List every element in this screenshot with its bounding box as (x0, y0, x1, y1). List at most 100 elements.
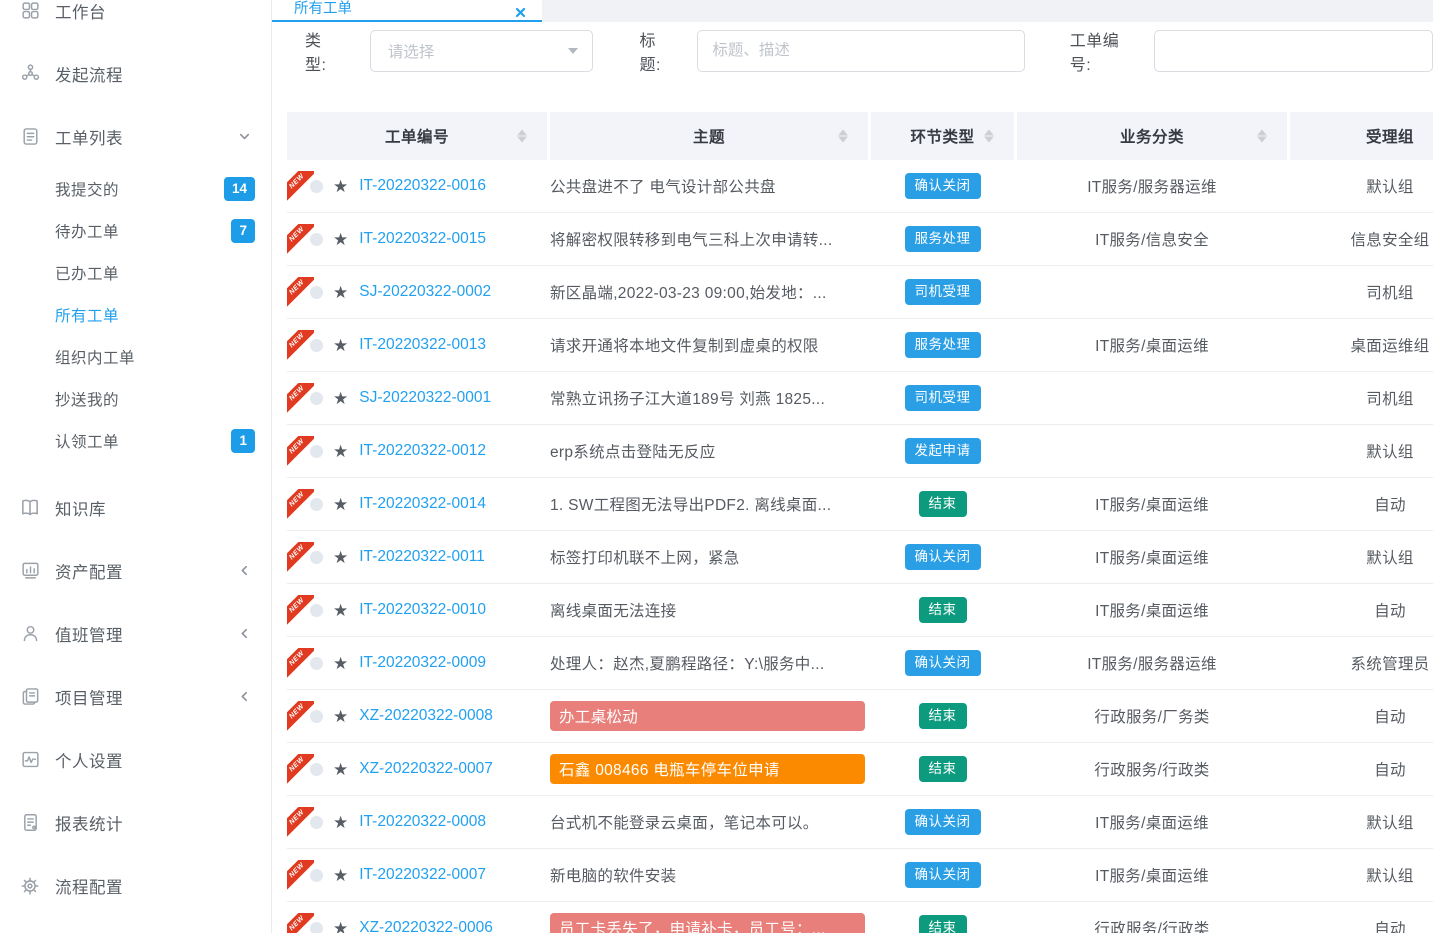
sidebar-item-ticket-list[interactable]: 工单列表 (0, 105, 271, 168)
table-row[interactable]: NEW★IT-20220322-00141. SW工程图无法导出PDF2. 离线… (287, 478, 1433, 531)
ticket-id-link[interactable]: XZ-20220322-0006 (359, 919, 493, 933)
urgent-new-ribbon-icon: NEW (287, 436, 314, 466)
star-icon[interactable]: ★ (333, 231, 348, 248)
sidebar-item-knowledge-base[interactable]: 知识库 (0, 476, 271, 539)
ticket-subject: 员工卡丢失了，申请补卡，员工号：... (550, 913, 865, 933)
sidebar-item-label: 已办工单 (55, 262, 119, 284)
sort-icon[interactable] (1257, 130, 1267, 143)
sidebar-item-my-submitted[interactable]: 我提交的14 (0, 168, 271, 210)
ticket-id-link[interactable]: IT-20220322-0008 (359, 813, 486, 831)
star-icon[interactable]: ★ (333, 549, 348, 566)
star-icon[interactable]: ★ (333, 867, 348, 884)
sidebar-item-personal-settings[interactable]: 个人设置 (0, 728, 271, 791)
sidebar-item-initiate-process[interactable]: 发起流程 (0, 42, 271, 105)
table-row[interactable]: NEW★IT-20220322-0013请求开通将本地文件复制到虚桌的权限服务处… (287, 319, 1433, 372)
table-row[interactable]: NEW★IT-20220322-0015将解密权限转移到电气三科上次申请转...… (287, 213, 1433, 266)
star-icon[interactable]: ★ (333, 655, 348, 672)
sidebar-item-process-config[interactable]: 流程配置 (0, 854, 271, 917)
table-row[interactable]: NEW★IT-20220322-0007新电脑的软件安装确认关闭IT服务/桌面运… (287, 849, 1433, 902)
star-icon[interactable]: ★ (333, 443, 348, 460)
ticket-category: IT服务/桌面运维 (1017, 599, 1287, 621)
ticket-id-link[interactable]: IT-20220322-0010 (359, 601, 486, 619)
ticket-no-input[interactable] (1154, 30, 1433, 72)
sidebar-item-workbench[interactable]: 工作台 (0, 0, 271, 42)
table-row[interactable]: NEW★SJ-20220322-0002新区晶端,2022-03-23 09:0… (287, 266, 1433, 319)
ticket-id-link[interactable]: SJ-20220322-0002 (359, 283, 491, 301)
count-badge: 14 (224, 177, 255, 201)
star-icon[interactable]: ★ (333, 178, 348, 195)
sidebar-item-org-tickets[interactable]: 组织内工单 (0, 336, 271, 378)
sidebar-item-claim-tickets[interactable]: 认领工单1 (0, 420, 271, 462)
table-row[interactable]: NEW★IT-20220322-0008台式机不能登录云桌面，笔记本可以。确认关… (287, 796, 1433, 849)
ticket-group: 默认组 (1290, 864, 1433, 886)
star-icon[interactable]: ★ (333, 390, 348, 407)
ticket-id-link[interactable]: IT-20220322-0016 (359, 177, 486, 195)
list-icon (18, 125, 42, 149)
ticket-id-link[interactable]: IT-20220322-0012 (359, 442, 486, 460)
ticket-id-link[interactable]: IT-20220322-0007 (359, 866, 486, 884)
sort-icon[interactable] (984, 130, 994, 143)
ticket-subject: 处理人：赵杰,夏鹏程路径：Y:\服务中... (550, 652, 824, 674)
ticket-subject: 标签打印机联不上网，紧急 (550, 546, 740, 568)
ticket-category: 行政服务/行政类 (1017, 758, 1287, 780)
column-header-2[interactable]: 主题 (550, 112, 868, 160)
sort-icon[interactable] (517, 130, 527, 143)
sidebar-item-asset-config[interactable]: 资产配置 (0, 539, 271, 602)
ticket-id-link[interactable]: XZ-20220322-0007 (359, 760, 493, 778)
sidebar-item-duty-management[interactable]: 值班管理 (0, 602, 271, 665)
ticket-id-link[interactable]: IT-20220322-0013 (359, 336, 486, 354)
sidebar-item-label: 认领工单 (55, 430, 119, 452)
star-icon[interactable]: ★ (333, 496, 348, 513)
ticket-category: IT服务/服务器运维 (1017, 175, 1287, 197)
table-row[interactable]: NEW★IT-20220322-0009处理人：赵杰,夏鹏程路径：Y:\服务中.… (287, 637, 1433, 690)
star-icon[interactable]: ★ (333, 761, 348, 778)
table-row[interactable]: NEW★SJ-20220322-0001常熟立讯扬子江大道189号 刘燕 182… (287, 372, 1433, 425)
ticket-id-link[interactable]: IT-20220322-0015 (359, 230, 486, 248)
tab-label: 所有工单 (294, 0, 352, 18)
stage-badge: 服务处理 (905, 226, 981, 252)
table-row[interactable]: NEW★XZ-20220322-0007石鑫 008466 电瓶车停车位申请结束… (287, 743, 1433, 796)
close-icon[interactable] (515, 7, 526, 18)
ticket-group: 桌面运维组 (1290, 334, 1433, 356)
ticket-id-link[interactable]: XZ-20220322-0008 (359, 707, 493, 725)
table-row[interactable]: NEW★IT-20220322-0016公共盘进不了 电气设计部公共盘确认关闭I… (287, 160, 1433, 213)
table-row[interactable]: NEW★IT-20220322-0012erp系统点击登陆无反应发起申请默认组 (287, 425, 1433, 478)
sidebar-item-all-tickets[interactable]: 所有工单 (0, 294, 271, 336)
tab-all-tickets[interactable]: 所有工单 (272, 0, 542, 22)
ticket-group: 自动 (1290, 599, 1433, 621)
ticket-subject: 石鑫 008466 电瓶车停车位申请 (550, 754, 865, 784)
column-header-4[interactable]: 业务分类 (1017, 112, 1287, 160)
sidebar-item-pending-tickets[interactable]: 待办工单7 (0, 210, 271, 252)
table-row[interactable]: NEW★IT-20220322-0011标签打印机联不上网，紧急确认关闭IT服务… (287, 531, 1433, 584)
sidebar-item-project-management[interactable]: 项目管理 (0, 665, 271, 728)
sidebar-item-cc-to-me[interactable]: 抄送我的 (0, 378, 271, 420)
title-search-input[interactable] (697, 30, 1024, 72)
table-row[interactable]: NEW★XZ-20220322-0008办工桌松动结束行政服务/厂务类自动 (287, 690, 1433, 743)
sidebar-item-report-statistics[interactable]: 报表统计 (0, 791, 271, 854)
table-body: NEW★IT-20220322-0016公共盘进不了 电气设计部公共盘确认关闭I… (287, 160, 1433, 933)
sort-icon[interactable] (838, 130, 848, 143)
sidebar-item-label: 报表统计 (55, 811, 123, 835)
sidebar-nav: 工作台发起流程工单列表我提交的14待办工单7已办工单所有工单组织内工单抄送我的认… (0, 0, 271, 917)
ticket-id-link[interactable]: SJ-20220322-0001 (359, 389, 491, 407)
star-icon[interactable]: ★ (333, 337, 348, 354)
type-select[interactable]: 请选择 (370, 30, 594, 72)
column-header-1[interactable]: 工单编号 (287, 112, 547, 160)
ticket-id-link[interactable]: IT-20220322-0011 (359, 548, 485, 566)
column-header-3[interactable]: 环节类型 (871, 112, 1014, 160)
ticket-group: 信息安全组 (1290, 228, 1433, 250)
ticket-group: 自动 (1290, 758, 1433, 780)
table-row[interactable]: NEW★XZ-20220322-0006员工卡丢失了，申请补卡，员工号：...结… (287, 902, 1433, 933)
star-icon[interactable]: ★ (333, 920, 348, 933)
star-icon[interactable]: ★ (333, 284, 348, 301)
sidebar-item-done-tickets[interactable]: 已办工单 (0, 252, 271, 294)
table-row[interactable]: NEW★IT-20220322-0010离线桌面无法连接结束IT服务/桌面运维自… (287, 584, 1433, 637)
star-icon[interactable]: ★ (333, 708, 348, 725)
star-icon[interactable]: ★ (333, 602, 348, 619)
star-icon[interactable]: ★ (333, 814, 348, 831)
stage-badge: 结束 (919, 703, 967, 729)
ticket-id-link[interactable]: IT-20220322-0009 (359, 654, 486, 672)
ticket-id-link[interactable]: IT-20220322-0014 (359, 495, 486, 513)
ticket-group: 默认组 (1290, 546, 1433, 568)
column-label: 主题 (693, 125, 725, 147)
